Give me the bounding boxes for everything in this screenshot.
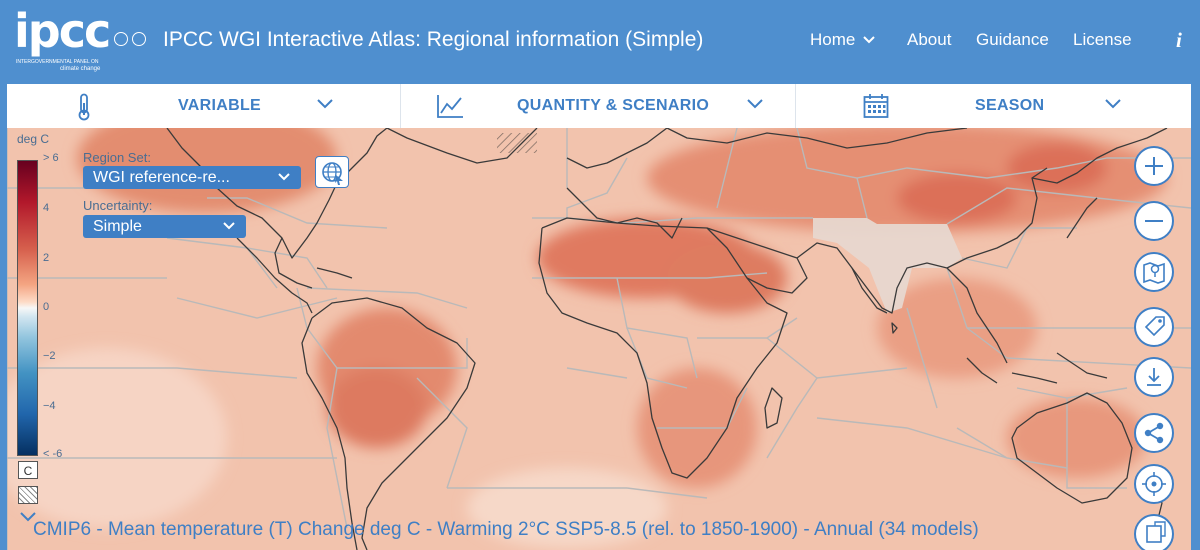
chevron-down-icon [223,222,235,230]
legend-tick-2: 2 [43,252,50,264]
chevron-down-icon [747,99,763,109]
nav-guidance[interactable]: Guidance [976,30,1049,50]
globe-region-button[interactable] [315,156,349,188]
download-icon [1147,368,1161,386]
nav-about[interactable]: About [907,30,951,50]
logo-text: ipcc [14,4,111,58]
region-set-value: WGI reference-re... [93,169,230,186]
zoom-in-button[interactable] [1134,146,1174,186]
chevron-down-icon [317,99,333,109]
uncertainty-value: Simple [93,218,142,235]
share-icon [1144,422,1164,444]
map-view-button[interactable] [1134,252,1174,292]
nav-home[interactable]: Home [810,30,876,50]
color-scale-bar [17,160,38,456]
download-button[interactable] [1134,357,1174,397]
quantity-scenario-label: QUANTITY & SCENARIO [517,97,710,114]
chevron-down-icon [863,36,875,44]
nav-home-label: Home [810,30,856,49]
map-area[interactable]: deg C > 6 4 2 0 −2 −4 < -6 C Region Set:… [7,128,1191,550]
top-header: ipcc INTERGOVERNMENTAL PANEL ON climate … [0,0,1200,82]
legend-unit: deg C [17,132,50,146]
unep-emblem-icon [132,32,146,46]
wmo-emblem-icon [114,32,128,46]
ipcc-logo[interactable]: ipcc INTERGOVERNMENTAL PANEL ON climate … [14,4,111,72]
fullscreen-button[interactable] [1134,514,1174,550]
legend-tick-max: > 6 [43,152,59,164]
zoom-out-button[interactable] [1134,201,1174,241]
legend-tick-4: 4 [43,202,50,214]
page-title: IPCC WGI Interactive Atlas: Regional inf… [163,28,704,51]
calendar-icon [863,94,889,118]
legend-tick-neg4: −4 [43,400,56,412]
un-emblems [114,32,150,48]
logo-subtitle: INTERGOVERNMENTAL PANEL ON [16,59,99,65]
minus-icon [1145,220,1163,222]
plus-icon [1145,157,1163,175]
map-pin-icon [1143,262,1165,284]
quantity-scenario-selector[interactable]: QUANTITY & SCENARIO [401,84,796,128]
legend-tick-neg2: −2 [43,350,56,362]
map-caption: CMIP6 - Mean temperature (T) Change deg … [33,519,979,540]
crosshair-icon [1142,472,1166,496]
temperature-change-map[interactable] [7,128,1191,550]
atlas-panel: VARIABLE QUANTITY & SCENARIO SEASON deg … [7,84,1191,550]
expand-icon [1146,521,1166,543]
share-button[interactable] [1134,413,1174,453]
season-label: SEASON [975,97,1045,114]
tag-button[interactable] [1134,307,1174,347]
logo-subtitle-2: climate change [60,66,101,72]
nav-license[interactable]: License [1073,30,1132,50]
hatch-legend-box[interactable] [18,486,38,504]
region-set-dropdown[interactable]: WGI reference-re... [83,166,301,189]
uncertainty-dropdown[interactable]: Simple [83,215,246,238]
c-confidence-box[interactable]: C [18,461,38,479]
variable-selector[interactable]: VARIABLE [7,84,401,128]
globe-icon [322,162,343,185]
locate-button[interactable] [1134,464,1174,504]
chevron-down-icon [1105,99,1121,109]
chevron-down-icon [278,173,290,181]
info-button[interactable]: i [1176,28,1182,53]
variable-label: VARIABLE [178,97,261,114]
tag-icon [1144,316,1165,337]
uncertainty-label: Uncertainty: [83,198,153,213]
season-selector[interactable]: SEASON [796,84,1191,128]
line-chart-icon [437,95,463,118]
legend-tick-0: 0 [43,301,50,313]
region-set-label: Region Set: [83,150,151,165]
thermometer-icon [78,93,90,121]
legend-tick-min: < -6 [43,448,63,460]
